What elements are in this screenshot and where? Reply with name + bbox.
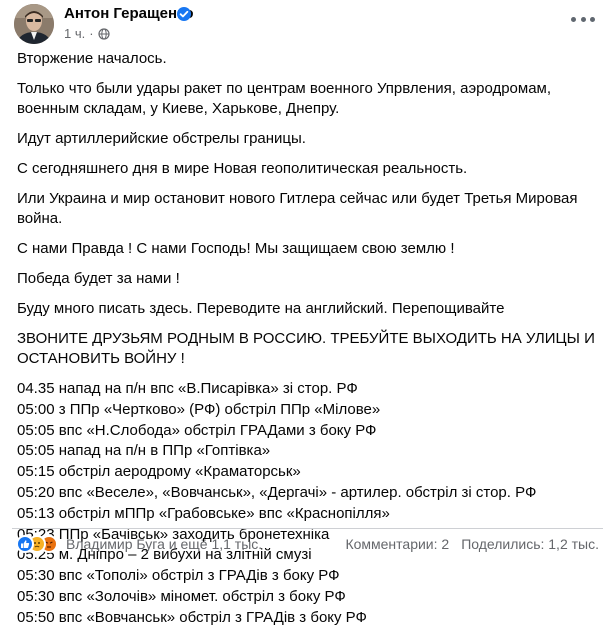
comments-count[interactable]: Комментарии: 2 <box>345 536 449 552</box>
facebook-post: Антон Геращенко 1 ч. · Вторжение началось… <box>0 0 615 626</box>
post-paragraph: Буду много писать здесь. Переводите на а… <box>17 300 505 317</box>
author-name[interactable]: Антон Геращенко <box>64 5 194 22</box>
timeline-list: 04.35 напад на п/н впс «В.Писарівка» зі … <box>17 379 602 629</box>
footer-divider <box>12 528 603 529</box>
timeline-item: 04.35 напад на п/н впс «В.Писарівка» зі … <box>17 380 358 397</box>
avatar-image <box>14 4 54 44</box>
timeline-item: 05:30 впс «Золочів» міномет. обстріл з б… <box>17 587 346 605</box>
post-stats: Комментарии: 2 Поделились: 1,2 тыс. <box>345 536 599 552</box>
timeline-item: 05:15 обстріл аеродрому «Краматорськ» <box>17 463 301 481</box>
timeline-item: 05:13 обстріл мППр «Грабовське» впс «Кра… <box>17 504 390 522</box>
timeline-item: 05:05 впс «Н.Слобода» обстріл ГРАДами з … <box>17 421 377 439</box>
post-paragraph: Или Украина и мир остановит нового Гитле… <box>17 190 582 227</box>
timeline-item: 05:00 з ППр «Чертково» (РФ) обстріл ППр … <box>17 400 381 418</box>
more-options-icon[interactable] <box>571 14 595 24</box>
reactions-summary[interactable]: Владимир Буга и ещё 1,1 тыс. <box>16 535 262 553</box>
post-paragraph: Идут артиллерийские обстрелы границы. <box>17 130 306 147</box>
post-paragraph: С нами Правда ! С нами Господь! Мы защищ… <box>17 240 455 257</box>
shares-count[interactable]: Поделились: 1,2 тыс. <box>461 536 599 552</box>
reaction-icons <box>16 535 58 553</box>
like-icon <box>16 535 34 553</box>
post-paragraph: С сегодняшнего дня в мире Новая геополит… <box>17 160 468 177</box>
reactions-text[interactable]: Владимир Буга и ещё 1,1 тыс. <box>66 536 262 552</box>
verified-badge-icon <box>177 7 191 21</box>
timeline-item: 05:20 впс «Веселе», «Вовчанськ», «Дергач… <box>17 483 537 501</box>
post-paragraph: Вторжение началось. <box>17 50 167 67</box>
post-footer: Владимир Буга и ещё 1,1 тыс. Комментарии… <box>16 533 599 555</box>
post-meta: 1 ч. · <box>64 26 110 43</box>
meta-separator: · <box>89 26 94 41</box>
post-paragraph: Победа будет за нами ! <box>17 270 180 287</box>
globe-icon[interactable] <box>97 28 110 43</box>
post-time[interactable]: 1 ч. <box>64 26 85 41</box>
post-paragraph: Только что были удары ракет по центрам в… <box>17 80 556 117</box>
post-paragraph: ЗВОНИТЕ ДРУЗЬЯМ РОДНЫМ В РОССИЮ. ТРЕБУЙТ… <box>17 330 600 367</box>
timeline-item: 05:30 впс «Тополі» обстріл з ГРАДів з бо… <box>17 567 340 585</box>
avatar[interactable] <box>14 4 54 44</box>
timeline-item: 05:50 впс «Вовчанськ» обстріл з ГРАДів з… <box>17 608 367 626</box>
timeline-item: 05:05 напад на п/н в ППр «Гоптівка» <box>17 442 271 460</box>
